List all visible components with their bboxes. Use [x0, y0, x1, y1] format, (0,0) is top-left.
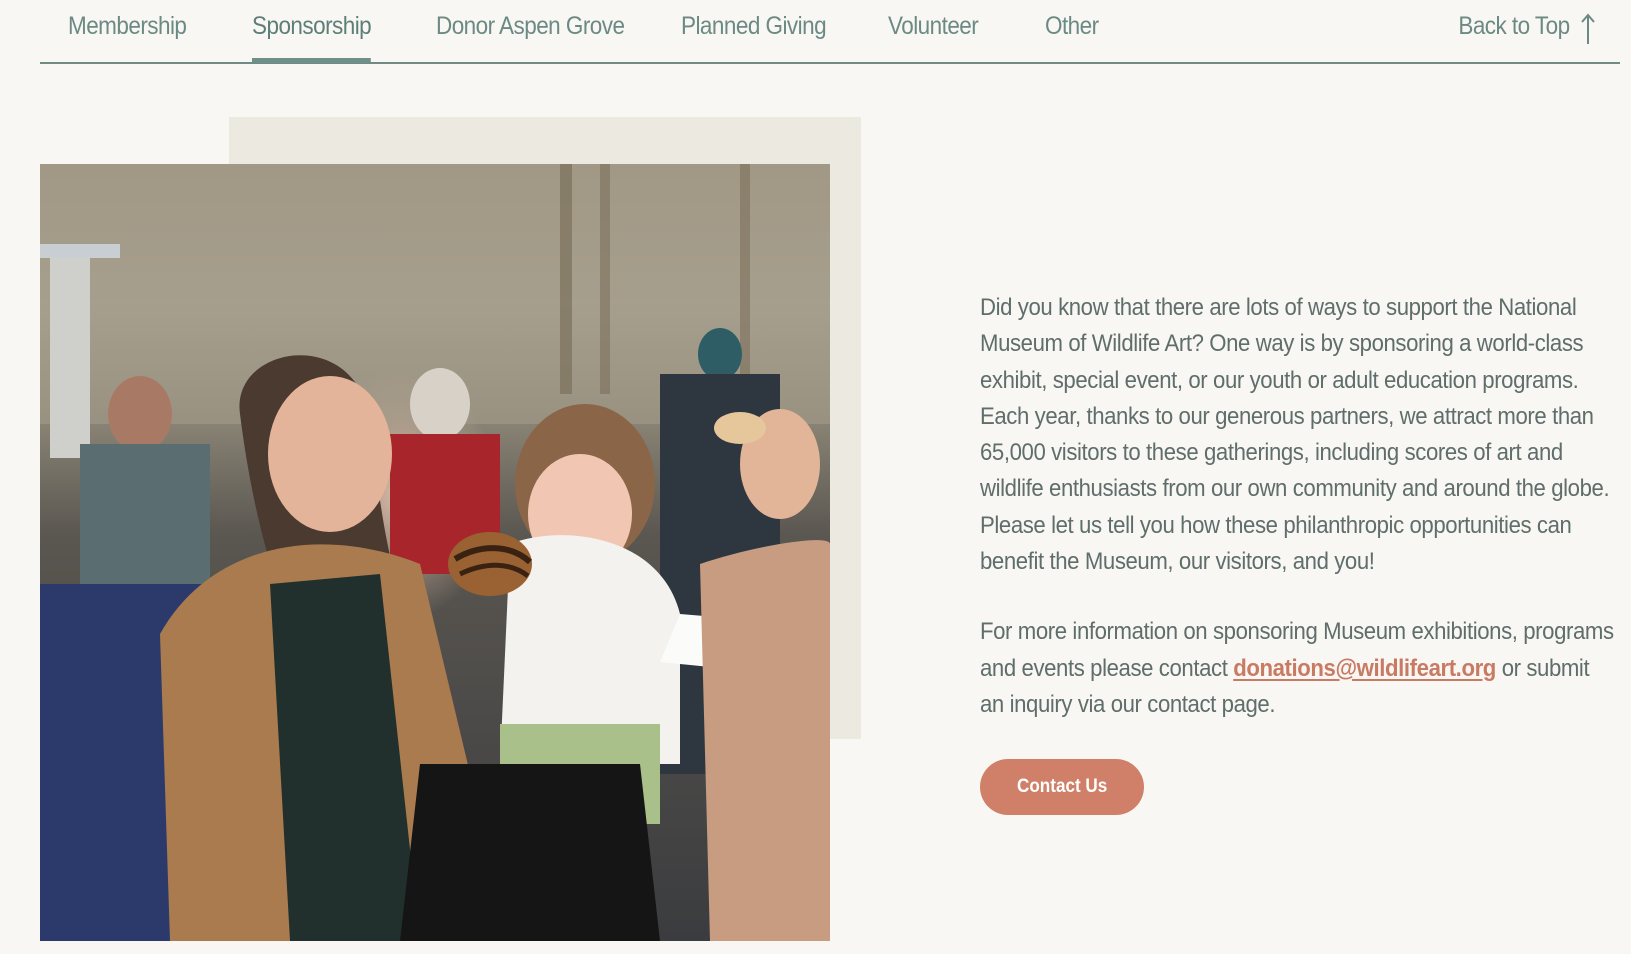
tab-volunteer[interactable]: Volunteer: [888, 12, 979, 62]
contact-us-label: Contact Us: [1016, 776, 1108, 797]
page: Membership Sponsorship Donor Aspen Grove…: [0, 0, 1631, 954]
back-to-top-link[interactable]: Back to Top: [1446, 12, 1596, 52]
photo-illustration: [40, 164, 830, 941]
contact-paragraph: For more information on sponsoring Museu…: [980, 614, 1618, 723]
section-tab-nav: Membership Sponsorship Donor Aspen Grove…: [40, 0, 1620, 64]
tab-sponsorship[interactable]: Sponsorship: [252, 12, 372, 63]
tab-membership[interactable]: Membership: [68, 12, 187, 62]
intro-paragraph: Did you know that there are lots of ways…: [980, 294, 1610, 576]
contact-us-button[interactable]: Contact Us: [980, 759, 1144, 815]
sponsorship-description: Did you know that there are lots of ways…: [980, 290, 1620, 723]
arrow-up-icon: [1581, 13, 1595, 44]
tab-other[interactable]: Other: [1045, 12, 1099, 62]
sponsorship-photo: [40, 164, 830, 941]
tab-donor-aspen-grove[interactable]: Donor Aspen Grove: [436, 12, 625, 62]
donations-email-link[interactable]: donations@wildlifeart.org: [1233, 655, 1496, 682]
back-to-top-label: Back to Top: [1458, 12, 1571, 40]
tab-planned-giving[interactable]: Planned Giving: [681, 12, 827, 62]
